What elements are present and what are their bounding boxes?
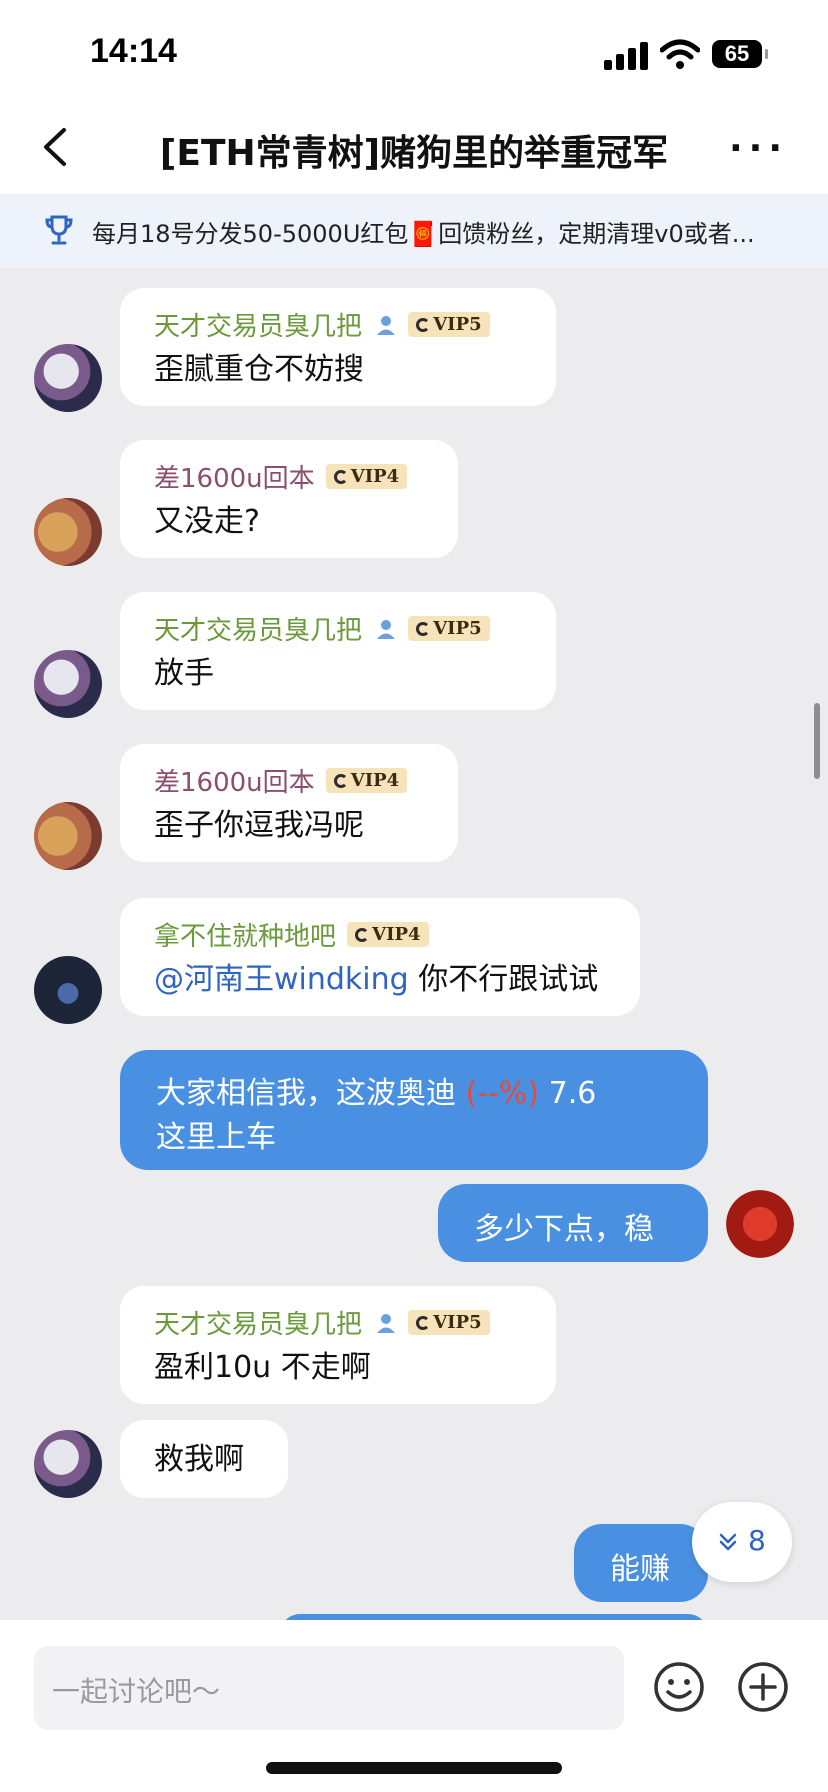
sender-name[interactable]: 天才交易员臭几把 (154, 312, 362, 342)
back-icon[interactable] (40, 126, 70, 168)
message-text: 能赚 (610, 1552, 670, 1587)
message-text: 这里上车 (156, 1120, 276, 1155)
battery-indicator: 65 (712, 40, 768, 68)
message-list[interactable]: 天才交易员臭几把 VIP5 歪腻重仓不妨搜 差1600u回本 VIP4 又没走?… (0, 268, 828, 1620)
price-change-tag[interactable]: (--%) (466, 1076, 540, 1111)
vip-level: VIP4 (350, 466, 400, 487)
message-input[interactable]: 一起讨论吧～ (34, 1646, 624, 1730)
vip-badge: VIP5 (408, 616, 490, 641)
vip-badge: VIP4 (325, 464, 408, 489)
my-avatar[interactable] (726, 1190, 794, 1258)
vip-badge: VIP5 (408, 312, 490, 337)
message-bubble[interactable]: 救我啊 (120, 1420, 288, 1498)
my-message-bubble[interactable]: 多少下点，稳 (438, 1184, 708, 1262)
message-bubble[interactable]: 天才交易员臭几把 VIP5 放手 (120, 592, 556, 710)
message-text: @河南王windking 你不行跟试试 (154, 954, 598, 998)
avatar[interactable] (34, 650, 102, 718)
vip-badge: VIP4 (325, 768, 408, 793)
person-icon (377, 1313, 396, 1333)
message-bubble[interactable]: 拿不住就种地吧 VIP4 @河南王windking 你不行跟试试 (120, 898, 640, 1016)
double-chevron-down-icon (719, 1533, 737, 1551)
message-text: 7.6 (539, 1076, 597, 1111)
plus-icon[interactable] (736, 1660, 790, 1714)
message-text-body: 你不行跟试试 (408, 962, 599, 997)
message-bubble[interactable]: 天才交易员臭几把 VIP5 歪腻重仓不妨搜 (120, 288, 556, 406)
chat-title: [ETH常青树]赌狗里的举重冠军 (159, 133, 669, 174)
unread-count: 8 (748, 1524, 766, 1557)
sender-name[interactable]: 天才交易员臭几把 (154, 616, 362, 646)
message-text: 又没走? (154, 504, 260, 539)
person-icon (377, 315, 396, 335)
vip-level: VIP4 (372, 924, 421, 945)
more-options-icon[interactable]: ··· (729, 128, 788, 169)
message-text: 救我啊 (154, 1442, 244, 1477)
input-placeholder: 一起讨论吧～ (52, 1675, 221, 1708)
vip-level: VIP5 (433, 1312, 482, 1333)
pinned-notice[interactable]: 每月18号分发50-5000U红包🧧回馈粉丝，定期清理v0或者... (0, 194, 828, 268)
signal-icon (604, 42, 648, 70)
chat-header: [ETH常青树]赌狗里的举重冠军 ··· (0, 100, 828, 194)
status-time: 14:14 (90, 32, 177, 70)
mention-link[interactable]: @河南王windking (154, 962, 409, 997)
message-text: 盈利10u 不走啊 (154, 1350, 371, 1385)
avatar[interactable] (34, 344, 102, 412)
message-bubble[interactable]: 差1600u回本 VIP4 歪子你逗我冯呢 (120, 744, 458, 862)
status-bar: 14:14 65 (0, 0, 828, 100)
notice-text: 每月18号分发50-5000U红包🧧回馈粉丝，定期清理v0或者... (92, 220, 755, 248)
emoji-icon[interactable] (652, 1660, 706, 1714)
sender-name[interactable]: 拿不住就种地吧 (154, 922, 336, 952)
message-line: 大家相信我，这波奥迪 (--%) 7.6 (156, 1068, 596, 1112)
message-bubble[interactable]: 差1600u回本 VIP4 又没走? (120, 440, 458, 558)
avatar[interactable] (34, 956, 102, 1024)
vip-level: VIP5 (433, 314, 482, 335)
my-message-bubble[interactable]: 大家相信我，这波奥迪 (--%) 7.6 这里上车 (120, 1050, 708, 1170)
new-messages-button[interactable]: 8 (692, 1502, 792, 1582)
message-text: 大家相信我，这波奥迪 (156, 1076, 466, 1111)
person-icon (377, 619, 396, 639)
message-text: 歪子你逗我冯呢 (154, 808, 364, 843)
vip-level: VIP4 (350, 770, 400, 791)
my-message-bubble[interactable]: 能赚 (574, 1524, 708, 1602)
sender-name[interactable]: 差1600u回本 (154, 768, 315, 798)
vip-badge: VIP4 (347, 922, 429, 947)
sender-name[interactable]: 差1600u回本 (154, 464, 315, 494)
avatar[interactable] (34, 1430, 102, 1498)
message-bubble[interactable]: 天才交易员臭几把 VIP5 盈利10u 不走啊 (120, 1286, 556, 1404)
avatar[interactable] (34, 498, 102, 566)
message-text: 多少下点，稳 (474, 1212, 654, 1247)
scrollbar[interactable] (814, 703, 820, 779)
vip-level: VIP5 (433, 618, 482, 639)
wifi-icon (660, 39, 700, 69)
message-text: 放手 (154, 656, 214, 691)
sender-name[interactable]: 天才交易员臭几把 (154, 1310, 362, 1340)
trophy-icon (45, 215, 73, 245)
vip-badge: VIP5 (408, 1310, 490, 1335)
avatar[interactable] (34, 802, 102, 870)
message-text: 歪腻重仓不妨搜 (154, 352, 364, 387)
home-indicator (266, 1762, 562, 1774)
